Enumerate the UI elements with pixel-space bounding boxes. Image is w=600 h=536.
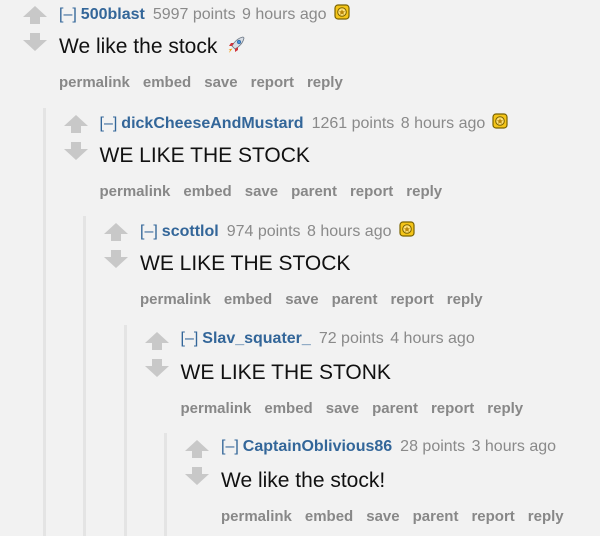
embed-button[interactable]: embed	[224, 291, 272, 308]
comment-body: We like the stock!	[221, 468, 385, 494]
comment-tagline: [–] Slav_squater_ 72 points 4 hours ago	[181, 329, 475, 349]
comment-text: WE LIKE THE STOCK	[140, 252, 351, 275]
comment-thread: [–] 500blast 5997 points 9 hours ago We lik…	[0, 0, 600, 536]
report-button[interactable]: report	[431, 400, 474, 417]
comment-body: WE LIKE THE STONK	[181, 360, 391, 386]
comment-tagline: [–] scottlol 974 points 8 hours ago	[140, 220, 416, 242]
vote-arrows	[144, 331, 170, 379]
parent-button[interactable]: parent	[413, 508, 459, 525]
report-button[interactable]: report	[390, 291, 433, 308]
vote-arrows	[63, 114, 89, 162]
timestamp[interactable]: 3 hours ago	[472, 438, 557, 455]
down-arrow-icon[interactable]	[22, 32, 48, 52]
parent-button[interactable]: parent	[291, 183, 337, 200]
comment-actions: permalink embed save parent report reply	[221, 507, 577, 527]
comment-tagline: [–] 500blast 5997 points 9 hours ago	[59, 3, 351, 25]
up-arrow-icon[interactable]	[63, 114, 89, 134]
reply-button[interactable]: reply	[487, 400, 523, 417]
author-link[interactable]: dickCheeseAndMustard	[121, 115, 303, 132]
save-button[interactable]: save	[245, 183, 278, 200]
thread-line	[164, 433, 167, 536]
reply-button[interactable]: reply	[406, 183, 442, 200]
save-button[interactable]: save	[204, 74, 237, 91]
down-arrow-icon[interactable]	[63, 141, 89, 161]
embed-button[interactable]: embed	[264, 400, 312, 417]
comment-actions: permalink embed save parent report reply	[100, 182, 456, 202]
comment-actions: permalink embed save parent report reply	[140, 290, 496, 310]
comment-body: WE LIKE THE STOCK	[100, 143, 310, 169]
gold-award-icon[interactable]	[398, 220, 416, 238]
report-button[interactable]: report	[251, 74, 294, 91]
comment-text: We like the stock!	[221, 469, 386, 492]
comment-text: WE LIKE THE STOCK	[99, 143, 310, 167]
collapse-toggle[interactable]: [–]	[100, 115, 118, 132]
points: 72 points	[318, 329, 384, 347]
points: 1261 points	[311, 114, 395, 132]
up-arrow-icon[interactable]	[184, 439, 210, 459]
save-button[interactable]: save	[285, 291, 318, 308]
points: 5997 points	[152, 6, 236, 23]
permalink-button[interactable]: permalink	[181, 400, 252, 417]
permalink-button[interactable]: permalink	[59, 74, 130, 91]
comment-actions: permalink embed save parent report reply	[181, 399, 537, 419]
report-button[interactable]: report	[350, 183, 393, 200]
embed-button[interactable]: embed	[143, 74, 191, 91]
timestamp[interactable]: 9 hours ago	[242, 6, 327, 23]
timestamp[interactable]: 8 hours ago	[307, 223, 392, 240]
thread-line	[42, 107, 46, 536]
comment-body: WE LIKE THE STOCK	[140, 251, 350, 277]
comment-actions: permalink embed save report reply	[59, 73, 356, 93]
parent-button[interactable]: parent	[372, 400, 418, 417]
report-button[interactable]: report	[471, 508, 514, 525]
up-arrow-icon[interactable]	[103, 222, 129, 242]
permalink-button[interactable]: permalink	[140, 291, 211, 308]
author-link[interactable]: Slav_squater_	[202, 330, 311, 347]
permalink-button[interactable]: permalink	[100, 183, 171, 200]
gold-award-icon[interactable]	[333, 3, 351, 21]
author-link[interactable]: 500blast	[81, 6, 145, 23]
down-arrow-icon[interactable]	[184, 466, 210, 486]
down-arrow-icon[interactable]	[144, 358, 170, 378]
timestamp[interactable]: 4 hours ago	[390, 330, 475, 347]
thread-line	[83, 216, 86, 536]
collapse-toggle[interactable]: [–]	[59, 6, 77, 23]
rocket-emoji-icon	[225, 34, 247, 56]
permalink-button[interactable]: permalink	[221, 508, 292, 525]
comment-tagline: [–] dickCheeseAndMustard 1261 points 8 hou…	[100, 112, 510, 134]
vote-arrows	[22, 5, 48, 53]
timestamp[interactable]: 8 hours ago	[401, 115, 486, 132]
up-arrow-icon[interactable]	[144, 331, 170, 351]
vote-arrows	[184, 439, 210, 487]
down-arrow-icon[interactable]	[103, 249, 129, 269]
up-arrow-icon[interactable]	[22, 5, 48, 25]
gold-award-icon[interactable]	[491, 112, 509, 130]
reply-button[interactable]: reply	[447, 291, 483, 308]
author-link[interactable]: scottlol	[162, 223, 219, 240]
save-button[interactable]: save	[326, 400, 359, 417]
reply-button[interactable]: reply	[307, 74, 343, 91]
collapse-toggle[interactable]: [–]	[221, 438, 239, 455]
thread-line	[123, 324, 127, 536]
vote-arrows	[103, 222, 129, 270]
comment-tagline: [–] CaptainOblivious86 28 points 3 hours a…	[221, 437, 556, 457]
save-button[interactable]: save	[366, 508, 399, 525]
collapse-toggle[interactable]: [–]	[181, 330, 199, 347]
points: 974 points	[226, 223, 301, 240]
comment-text: We like the stock	[59, 35, 218, 58]
collapse-toggle[interactable]: [–]	[140, 223, 158, 240]
comment-body: We like the stock	[59, 34, 247, 60]
author-link[interactable]: CaptainOblivious86	[243, 438, 392, 455]
embed-button[interactable]: embed	[305, 508, 353, 525]
embed-button[interactable]: embed	[183, 183, 231, 200]
comment-text: WE LIKE THE STONK	[180, 360, 391, 384]
reply-button[interactable]: reply	[528, 508, 564, 525]
points: 28 points	[400, 438, 466, 455]
parent-button[interactable]: parent	[332, 291, 378, 308]
